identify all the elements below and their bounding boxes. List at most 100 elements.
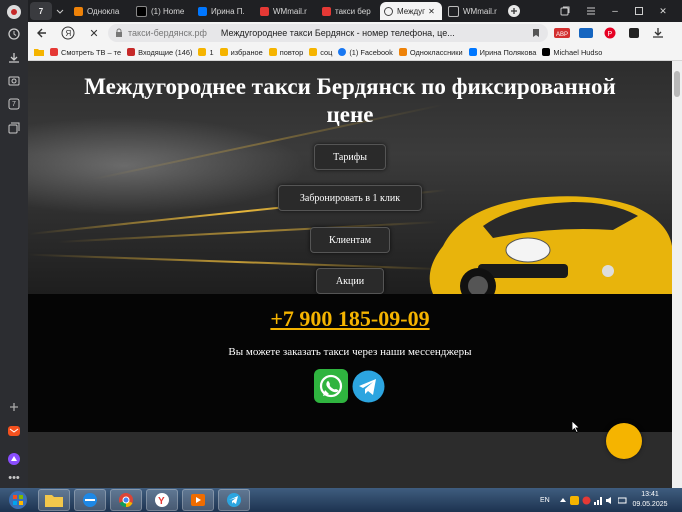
yandex-browser-icon[interactable]: Y bbox=[146, 489, 178, 511]
tab-taxi[interactable]: такси бер bbox=[322, 2, 378, 20]
bookmark-label: повтор bbox=[279, 47, 304, 57]
address-page-title: Междугороднее такси Бердянск - номер тел… bbox=[220, 28, 455, 38]
bookmark-folder-1[interactable]: 1 bbox=[198, 48, 214, 57]
loading-icon bbox=[384, 6, 393, 16]
tab-counter[interactable]: 7 bbox=[30, 2, 52, 20]
bookmarks-bar: Смотреть ТВ – те Входящие (146) 1 избран… bbox=[28, 44, 682, 61]
odnoklassniki-icon bbox=[74, 6, 83, 16]
clock[interactable]: 13:41 09.05.2025 bbox=[628, 490, 672, 510]
tab-wmmail-2[interactable]: WMmail.r bbox=[448, 2, 504, 20]
gmail-icon bbox=[127, 48, 136, 56]
folder-icon bbox=[198, 48, 207, 56]
stop-loading-icon[interactable]: ✕ bbox=[86, 25, 102, 41]
x-icon bbox=[136, 5, 147, 17]
download-icon[interactable] bbox=[650, 25, 666, 41]
telegram-taskbar-icon[interactable] bbox=[218, 489, 250, 511]
extension-icon-2[interactable] bbox=[626, 25, 642, 41]
network-icon[interactable] bbox=[593, 496, 603, 505]
bookmark-odnoklassniki[interactable]: Одноклассники bbox=[398, 48, 463, 57]
adblock-icon[interactable]: ABP bbox=[554, 25, 570, 41]
bookmark-vk[interactable]: Ирина Полякова bbox=[468, 47, 537, 57]
collections-icon[interactable] bbox=[558, 2, 572, 20]
tab-active[interactable]: Междуг ✕ bbox=[380, 2, 442, 20]
bookmark-facebook[interactable]: (1) Facebook bbox=[338, 48, 393, 57]
bookmark-icon[interactable] bbox=[532, 28, 540, 38]
add-panel-icon[interactable] bbox=[6, 399, 22, 415]
whatsapp-icon[interactable] bbox=[314, 369, 348, 403]
svg-text:P: P bbox=[608, 31, 613, 38]
media-player-icon[interactable] bbox=[182, 489, 214, 511]
volume-icon[interactable] bbox=[605, 496, 615, 505]
bookmarks-folder-icon[interactable] bbox=[34, 48, 44, 56]
downloads-icon[interactable] bbox=[6, 50, 22, 66]
bookmark-label: Ирина Полякова bbox=[479, 47, 537, 57]
clock-date: 09.05.2025 bbox=[632, 501, 668, 508]
address-bar[interactable]: такси-бердянск.рф Междугороднее такси Бе… bbox=[108, 24, 548, 42]
scrollbar-thumb[interactable] bbox=[674, 71, 680, 97]
bookmark-x[interactable]: Michael Hudso bbox=[542, 48, 602, 57]
tariffs-button[interactable]: Тарифы bbox=[314, 144, 386, 170]
tab-label: Ирина П. bbox=[211, 6, 245, 16]
collections-icon[interactable] bbox=[6, 120, 22, 136]
mail-icon[interactable] bbox=[6, 423, 22, 439]
vk-icon bbox=[198, 6, 207, 16]
phone-link[interactable]: +7 900 185-09-09 bbox=[28, 306, 672, 332]
explorer-icon[interactable] bbox=[38, 489, 70, 511]
close-tab-icon[interactable]: ✕ bbox=[428, 7, 435, 16]
tabs-count-icon[interactable]: 7 bbox=[6, 96, 22, 112]
language-indicator[interactable]: EN bbox=[540, 497, 550, 504]
navigation-bar: Я ✕ такси-бердянск.рф Междугороднее такс… bbox=[28, 22, 682, 44]
internet-explorer-icon[interactable] bbox=[74, 489, 106, 511]
history-icon[interactable] bbox=[6, 26, 22, 42]
screenshot-icon[interactable] bbox=[6, 73, 22, 89]
book-button[interactable]: Забронировать в 1 клик bbox=[278, 185, 422, 211]
tray-antivirus-icon[interactable] bbox=[582, 496, 591, 505]
battery-icon[interactable] bbox=[617, 496, 627, 505]
tab-label: Однокла bbox=[87, 6, 120, 16]
tabs-dropdown-icon[interactable] bbox=[54, 2, 66, 20]
promos-button[interactable]: Акции bbox=[316, 268, 384, 294]
folder-icon bbox=[268, 48, 277, 56]
bookmark-label: Смотреть ТВ – те bbox=[61, 47, 122, 57]
start-button-icon[interactable] bbox=[2, 489, 34, 511]
tab-x-home[interactable]: (1) Home bbox=[136, 2, 194, 20]
tab-vk[interactable]: Ирина П. bbox=[198, 2, 254, 20]
tab-label: WMmail.r bbox=[463, 6, 497, 16]
pinterest-icon[interactable]: P bbox=[602, 25, 618, 41]
bookmark-label: (1) Facebook bbox=[349, 47, 393, 57]
bookmark-label: Michael Hudso bbox=[553, 47, 603, 57]
bookmark-favorites[interactable]: избраное bbox=[219, 48, 263, 57]
sidebar-more-icon[interactable]: ••• bbox=[6, 470, 22, 486]
bookmark-tv[interactable]: Смотреть ТВ – те bbox=[50, 48, 121, 57]
bookmark-social[interactable]: соц bbox=[309, 48, 332, 57]
close-window-icon[interactable]: ✕ bbox=[656, 2, 670, 20]
vk-icon bbox=[468, 48, 477, 56]
hero-section: Междугороднее такси Бердянск по фиксиров… bbox=[28, 61, 672, 294]
alice-icon[interactable] bbox=[6, 451, 22, 467]
page-scrollbar[interactable] bbox=[672, 61, 682, 488]
bookmark-inbox[interactable]: Входящие (146) bbox=[127, 48, 192, 57]
new-tab-button[interactable] bbox=[506, 2, 522, 20]
telegram-icon[interactable] bbox=[352, 370, 385, 403]
minimize-icon[interactable]: – bbox=[608, 2, 622, 20]
yandex-menu-icon[interactable] bbox=[6, 4, 22, 20]
bookmark-repeat[interactable]: повтор bbox=[268, 47, 304, 57]
tray-app-icon[interactable] bbox=[569, 495, 579, 505]
yandex-logo-icon[interactable]: Я bbox=[60, 25, 76, 41]
clients-button[interactable]: Клиентам bbox=[310, 227, 390, 253]
system-tray: EN bbox=[540, 488, 627, 512]
menu-icon[interactable] bbox=[584, 2, 598, 20]
lock-icon[interactable] bbox=[115, 28, 123, 38]
extension-icon[interactable] bbox=[578, 25, 594, 41]
tab-odnoklassniki[interactable]: Однокла bbox=[74, 2, 132, 20]
tray-expand-icon[interactable] bbox=[559, 497, 566, 503]
tab-wmmail[interactable]: WMmail.r bbox=[260, 2, 316, 20]
chrome-icon[interactable] bbox=[110, 489, 142, 511]
light-streak bbox=[28, 253, 448, 271]
callback-button[interactable] bbox=[606, 423, 642, 459]
maximize-icon[interactable] bbox=[632, 2, 646, 20]
clock-time: 13:41 bbox=[641, 491, 659, 498]
back-icon[interactable] bbox=[34, 25, 50, 41]
page-icon bbox=[448, 5, 459, 17]
svg-text:ABP: ABP bbox=[556, 32, 568, 38]
